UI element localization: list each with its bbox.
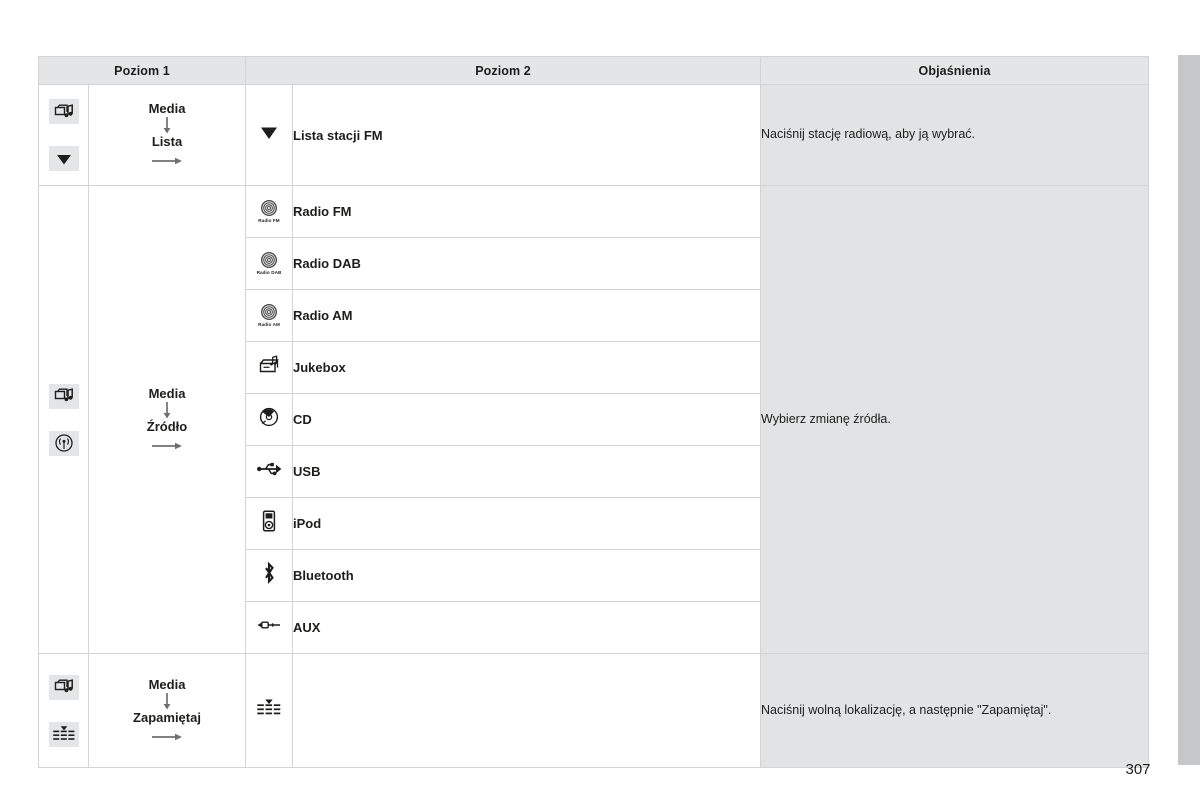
media-icon: [48, 674, 79, 700]
arrow-right-icon: [150, 154, 184, 168]
table-row: Media Lista Lista stacji FM Naciśnij sta…: [38, 84, 1150, 186]
usb-icon: [256, 460, 282, 478]
level1-path-cell-lista: Media Lista: [87, 84, 247, 186]
level2-icon-cell: [245, 393, 294, 446]
explanation-cell: Naciśnij wolną lokalizację, a następnie …: [760, 653, 1150, 768]
level2-icon-cell: [245, 84, 294, 186]
triangle-down-icon: [258, 124, 280, 142]
level1-path-step: Media: [148, 676, 186, 692]
level2-label: Bluetooth: [292, 549, 762, 602]
manual-page: Poziom 1 Poziom 2 Objaśnienia Media List…: [0, 0, 1200, 800]
jukebox-icon: [258, 355, 280, 375]
table-row: Media Zapamiętaj Naciśnij wolną lokaliza…: [38, 653, 1150, 768]
radio-dab-icon: Radio DAB: [246, 251, 292, 275]
level2-label: [292, 653, 762, 768]
level1-path-step: Zapamiętaj: [133, 709, 201, 725]
header-level2: Poziom 2: [245, 56, 762, 85]
level2-label: iPod: [292, 497, 762, 550]
arrow-down-icon: [159, 400, 175, 420]
aux-jack-icon: [255, 618, 283, 632]
triangle-down-icon: [48, 146, 79, 171]
bluetooth-icon: [261, 561, 277, 585]
navigation-table: Poziom 1 Poziom 2 Objaśnienia Media List…: [37, 56, 1150, 768]
icon-caption: Radio FM: [258, 217, 280, 223]
explanation-cell: Naciśnij stację radiową, aby ją wybrać.: [760, 84, 1150, 186]
level2-icon-cell: [245, 601, 294, 654]
media-icon: [48, 383, 79, 409]
arrow-down-icon: [159, 691, 175, 711]
level2-label: CD: [292, 393, 762, 446]
level2-icon-cell: Radio FM: [245, 185, 294, 238]
ipod-icon: [262, 510, 276, 532]
table-header-row: Poziom 1 Poziom 2 Objaśnienia: [37, 56, 1150, 85]
level2-label: Lista stacji FM: [292, 84, 762, 186]
level2-icon-cell: Radio AM: [245, 289, 294, 342]
level2-label: Radio AM: [292, 289, 762, 342]
page-edge-tab-strip: [1178, 55, 1200, 765]
level2-icon-cell: [245, 445, 294, 498]
icon-caption: Radio AM: [258, 321, 280, 327]
level1-path-cell-zrodlo: Media Źródło: [87, 185, 247, 654]
level2-label: Radio DAB: [292, 237, 762, 290]
arrow-right-icon: [150, 730, 184, 744]
level1-icons-cell-zapamietaj: [38, 653, 89, 768]
level2-icon-cell: Radio DAB: [245, 237, 294, 290]
table-row: Media Źródło Radio FM Radio FM Wybierz z…: [38, 185, 1150, 654]
icon-caption: Radio DAB: [256, 269, 282, 275]
media-icon: [48, 99, 79, 124]
arrow-down-icon: [159, 115, 175, 135]
level1-path-step: Lista: [151, 134, 183, 149]
level1-path-step: Media: [148, 385, 186, 401]
level1-icons-cell-lista: [38, 84, 89, 186]
level2-icon-cell: [245, 341, 294, 394]
level2-icon-cell: [245, 549, 294, 602]
level2-label: AUX: [292, 601, 762, 654]
level1-path-step: Media: [148, 101, 186, 116]
radio-am-icon: Radio AM: [246, 303, 292, 327]
explanation-cell: Wybierz zmianę źródła.: [760, 185, 1150, 654]
level1-path-step: Źródło: [146, 418, 188, 434]
page-number: 307: [1125, 761, 1151, 778]
memorize-grid-icon: [256, 698, 282, 718]
source-antenna-icon: [48, 430, 79, 456]
memorize-grid-icon: [48, 721, 79, 747]
radio-fm-icon: Radio FM: [246, 199, 292, 223]
level1-icons-cell-zrodlo: [38, 185, 89, 654]
header-level1: Poziom 1: [37, 56, 247, 85]
level2-label: Jukebox: [292, 341, 762, 394]
level1-path-cell-zapamietaj: Media Zapamiętaj: [87, 653, 247, 768]
cd-disc-icon: [259, 407, 279, 427]
level2-icon-cell: [245, 653, 294, 768]
level2-label: Radio FM: [292, 185, 762, 238]
level2-icon-cell: [245, 497, 294, 550]
arrow-right-icon: [150, 439, 184, 453]
header-explanations: Objaśnienia: [760, 56, 1150, 85]
level2-label: USB: [292, 445, 762, 498]
